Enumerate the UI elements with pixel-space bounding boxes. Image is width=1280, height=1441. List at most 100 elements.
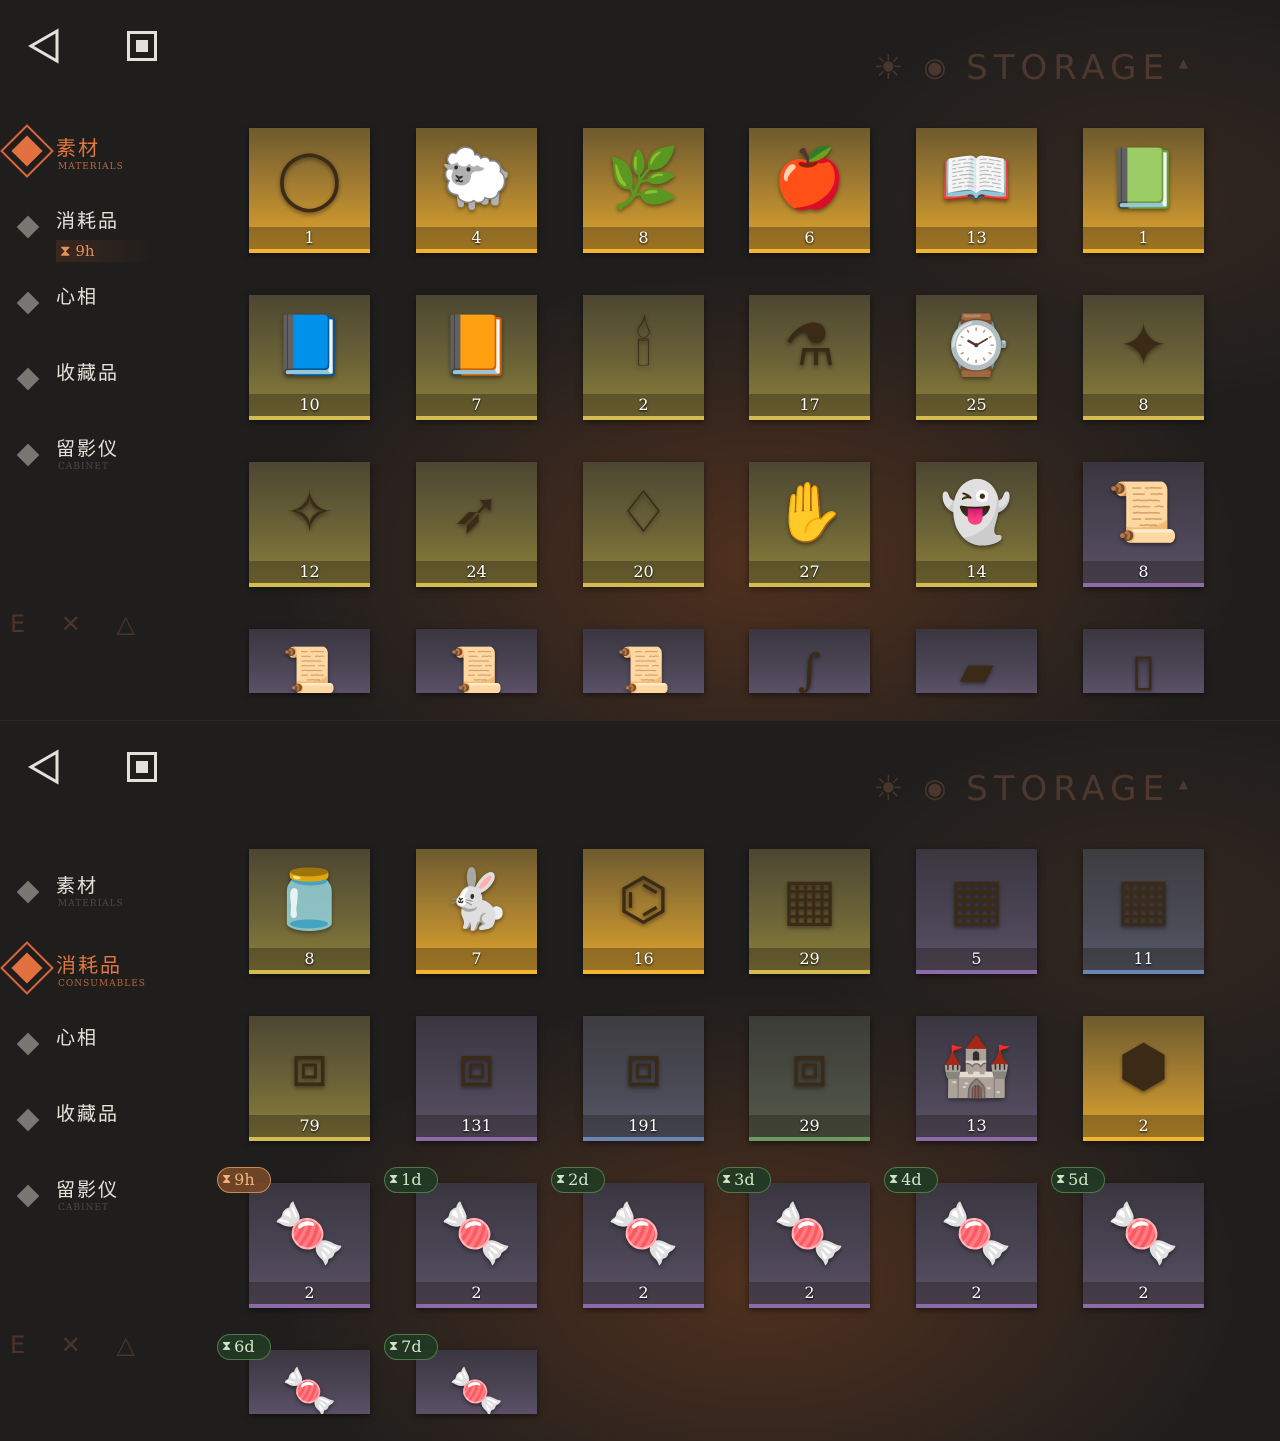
nav-label: 收藏品 bbox=[56, 362, 120, 384]
inventory-item[interactable]: ∫ bbox=[749, 629, 870, 693]
nav-label: 素材 bbox=[56, 875, 99, 897]
parcel-icon: ⧈ bbox=[458, 1032, 495, 1100]
inventory-item[interactable]: ⚗ 17 bbox=[749, 295, 870, 420]
nav-recorder[interactable]: 留影仪 CABINET bbox=[0, 1175, 200, 1251]
nav-sublabel: CONSUMABLES bbox=[58, 979, 146, 989]
red-scroll-icon: 📜 bbox=[1107, 478, 1180, 546]
storage-watermark: ☀ ◉ STORAGE ▲ bbox=[873, 48, 1188, 88]
inventory-item[interactable]: ▰ bbox=[916, 629, 1037, 693]
inventory-item[interactable]: ✋ 27 bbox=[749, 462, 870, 587]
expiry-text: 9h bbox=[234, 1170, 255, 1189]
inventory-item[interactable]: 🌿 8 bbox=[583, 128, 704, 253]
mirror-icon: ▯ bbox=[1131, 645, 1156, 693]
inventory-item[interactable]: ◯ 1 bbox=[249, 128, 370, 253]
expiry-badge: ⧗ 5d bbox=[1051, 1167, 1105, 1193]
inventory-item[interactable]: ▯ bbox=[1083, 629, 1204, 693]
inventory-item[interactable]: 🍬 2 bbox=[416, 1183, 537, 1308]
inventory-item[interactable]: ♢ 20 bbox=[583, 462, 704, 587]
inventory-item[interactable]: 🍬 2 bbox=[249, 1183, 370, 1308]
item-count: 2 bbox=[583, 1282, 704, 1304]
inventory-item[interactable]: 📘 10 bbox=[249, 295, 370, 420]
laurel-wreath-icon: 🌿 bbox=[607, 144, 680, 212]
eye-emblem-icon: ◉ bbox=[923, 53, 953, 83]
inventory-item[interactable]: 🐇 7 bbox=[416, 849, 537, 974]
nav-sublabel: CABINET bbox=[58, 462, 110, 472]
storage-panel-consumables: ☀ ◉ STORAGE ▲ E ✕ △ 素材 MATERIALS 消耗品 CON… bbox=[0, 720, 1280, 1441]
nav-label: 素材 bbox=[56, 136, 100, 160]
expiry-badge: ⧗ 3d bbox=[717, 1167, 771, 1193]
item-count: 12 bbox=[249, 561, 370, 583]
inventory-item[interactable]: 🐑 4 bbox=[416, 128, 537, 253]
nav-consumables[interactable]: 消耗品 CONSUMABLES bbox=[0, 941, 200, 1023]
inventory-item[interactable]: 🫙 8 bbox=[249, 849, 370, 974]
inventory-item[interactable]: 🏰 13 bbox=[916, 1016, 1037, 1141]
inventory-item[interactable]: ⧈ 29 bbox=[749, 1016, 870, 1141]
nav-collectibles[interactable]: 收藏品 bbox=[0, 358, 200, 434]
inventory-item[interactable]: 🍬 bbox=[416, 1350, 537, 1414]
diamond-icon bbox=[16, 880, 40, 904]
item-count: 8 bbox=[249, 948, 370, 970]
inventory-item[interactable]: 📖 13 bbox=[916, 128, 1037, 253]
nav-consumables[interactable]: 消耗品 ⧗ 9h bbox=[0, 206, 200, 282]
nav-materials[interactable]: 素材 MATERIALS bbox=[0, 871, 200, 947]
inventory-item[interactable]: 👻 14 bbox=[916, 462, 1037, 587]
item-count: 27 bbox=[749, 561, 870, 583]
inventory-item[interactable]: 📜 bbox=[583, 629, 704, 693]
parcel-icon: ⧈ bbox=[625, 1032, 662, 1100]
inventory-item[interactable]: ⌚ 25 bbox=[916, 295, 1037, 420]
inventory-item[interactable]: 📜 bbox=[416, 629, 537, 693]
inventory-item[interactable]: ⌬ 16 bbox=[583, 849, 704, 974]
nav-collectibles[interactable]: 收藏品 bbox=[0, 1099, 200, 1175]
sheep-figurine-icon: 🐑 bbox=[440, 144, 513, 212]
home-button[interactable] bbox=[122, 26, 162, 66]
inventory-item[interactable]: 🍬 2 bbox=[583, 1183, 704, 1308]
nav-recorder[interactable]: 留影仪 CABINET bbox=[0, 434, 200, 510]
hourglass-icon: ⧗ bbox=[889, 1172, 899, 1187]
item-count: 6 bbox=[749, 227, 870, 249]
inventory-item[interactable]: 🕯 2 bbox=[583, 295, 704, 420]
candy-icon: 🍬 bbox=[282, 1366, 337, 1414]
inventory-item[interactable]: 🍬 2 bbox=[916, 1183, 1037, 1308]
inventory-item[interactable]: ▦ 5 bbox=[916, 849, 1037, 974]
item-count: 79 bbox=[249, 1115, 370, 1137]
item-count: 7 bbox=[416, 394, 537, 416]
gold-scroll-icon: 📜 bbox=[616, 645, 671, 693]
inventory-item[interactable]: ✦ 8 bbox=[1083, 295, 1204, 420]
inventory-item[interactable]: ✧ 12 bbox=[249, 462, 370, 587]
inventory-item[interactable]: 🍎 6 bbox=[749, 128, 870, 253]
home-button[interactable] bbox=[122, 747, 162, 787]
item-count: 13 bbox=[916, 1115, 1037, 1137]
inventory-item[interactable]: ⬢ 2 bbox=[1083, 1016, 1204, 1141]
storage-title: STORAGE bbox=[966, 48, 1170, 88]
nav-sublabel: MATERIALS bbox=[58, 162, 124, 172]
inventory-item[interactable]: ➶ 24 bbox=[416, 462, 537, 587]
wooden-crate-icon: ▦ bbox=[782, 865, 837, 933]
deco-letters: E ✕ △ bbox=[10, 1331, 149, 1359]
diamond-icon bbox=[16, 1108, 40, 1132]
inventory-item[interactable]: ⧈ 191 bbox=[583, 1016, 704, 1141]
inventory-item[interactable]: 📜 8 bbox=[1083, 462, 1204, 587]
inventory-item[interactable]: 🍬 2 bbox=[749, 1183, 870, 1308]
inventory-item[interactable]: 🍬 bbox=[249, 1350, 370, 1414]
nav-materials[interactable]: 素材 MATERIALS bbox=[0, 124, 200, 206]
candy-icon: 🍬 bbox=[273, 1199, 346, 1267]
nav-heart-image[interactable]: 心相 bbox=[0, 1023, 200, 1099]
nav-heart-image[interactable]: 心相 bbox=[0, 282, 200, 358]
inventory-item[interactable]: 📜 bbox=[249, 629, 370, 693]
ring-icon: ◯ bbox=[277, 144, 342, 212]
expiry-badge: ⧗ 2d bbox=[551, 1167, 605, 1193]
inventory-item[interactable]: ▦ 29 bbox=[749, 849, 870, 974]
inventory-item[interactable]: 🍬 2 bbox=[1083, 1183, 1204, 1308]
inventory-item[interactable]: ⧈ 131 bbox=[416, 1016, 537, 1141]
inventory-item[interactable]: ⧈ 79 bbox=[249, 1016, 370, 1141]
back-button[interactable] bbox=[24, 747, 64, 787]
consumables-timer-tag: ⧗ 9h bbox=[56, 240, 155, 262]
hex-medallion-icon: ⬢ bbox=[1118, 1032, 1169, 1100]
inventory-item[interactable]: 📗 1 bbox=[1083, 128, 1204, 253]
expiry-badge: ⧗ 9h bbox=[217, 1167, 271, 1193]
candy-icon: 🍬 bbox=[440, 1199, 513, 1267]
storage-panel-materials: ☀ ◉ STORAGE ▲ E ✕ △ 素材 MATERIALS 消耗品 ⧗ 9… bbox=[0, 0, 1280, 720]
back-button[interactable] bbox=[24, 26, 64, 66]
inventory-item[interactable]: ▦ 11 bbox=[1083, 849, 1204, 974]
inventory-item[interactable]: 📙 7 bbox=[416, 295, 537, 420]
